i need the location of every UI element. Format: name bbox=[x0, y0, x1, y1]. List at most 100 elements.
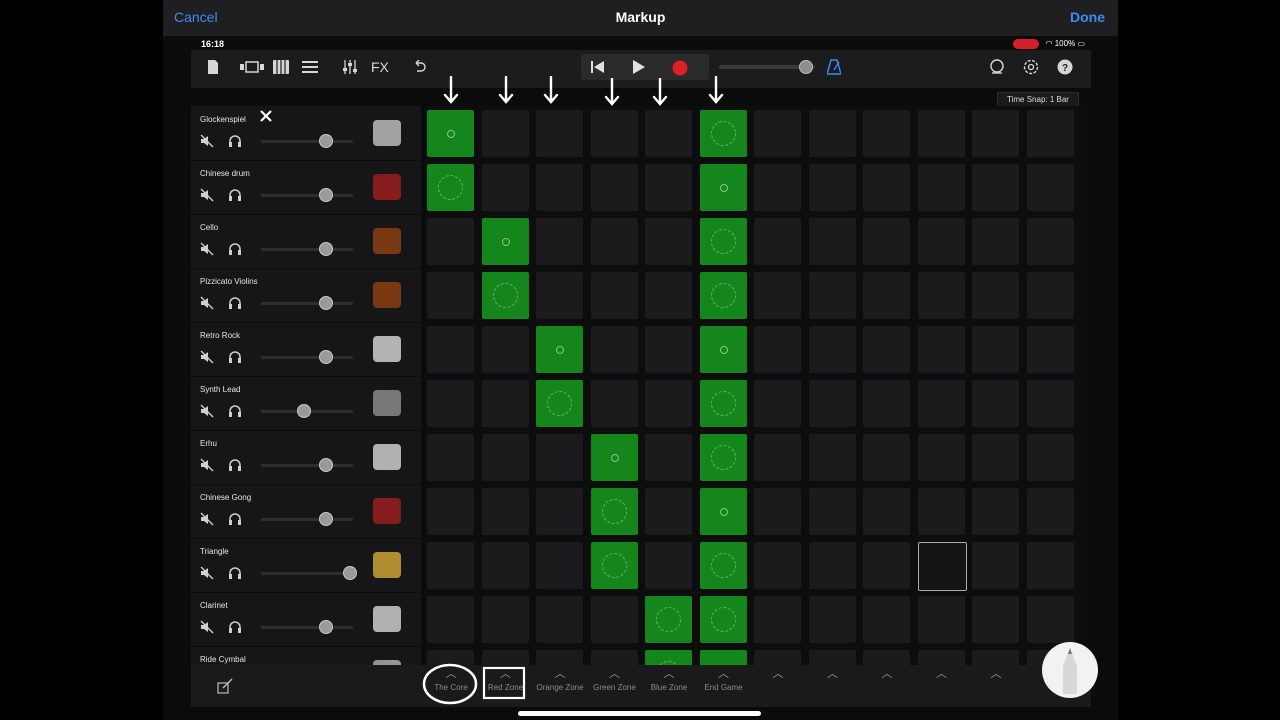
loop-cell-active[interactable] bbox=[590, 542, 638, 589]
track-row[interactable]: Triangle bbox=[191, 538, 421, 593]
headphones-icon[interactable] bbox=[228, 188, 242, 202]
headphones-icon[interactable] bbox=[228, 620, 242, 634]
loop-cell-empty[interactable] bbox=[427, 434, 474, 481]
keyboard-icon[interactable] bbox=[273, 60, 289, 74]
loop-cell-empty[interactable] bbox=[754, 542, 801, 589]
loop-cell-empty[interactable] bbox=[808, 218, 856, 265]
loop-cell-empty[interactable] bbox=[645, 380, 692, 427]
loop-cell-empty[interactable] bbox=[972, 596, 1019, 643]
mute-icon[interactable] bbox=[200, 188, 214, 202]
loop-cell-empty[interactable] bbox=[481, 488, 529, 535]
loop-cell-empty[interactable] bbox=[917, 596, 965, 643]
loop-cell-empty[interactable] bbox=[536, 542, 583, 589]
loop-cell-empty[interactable] bbox=[863, 434, 910, 481]
loop-browser-icon[interactable] bbox=[989, 59, 1005, 75]
loop-cell-empty[interactable] bbox=[972, 542, 1019, 589]
loop-cell-empty[interactable] bbox=[863, 542, 910, 589]
loop-cell-empty[interactable] bbox=[808, 110, 856, 157]
rewind-icon[interactable] bbox=[591, 60, 605, 74]
track-row[interactable]: Synth Lead bbox=[191, 376, 421, 431]
loop-cell-empty[interactable] bbox=[972, 272, 1019, 319]
headphones-icon[interactable] bbox=[228, 134, 242, 148]
mute-icon[interactable] bbox=[200, 296, 214, 310]
master-volume-knob[interactable] bbox=[799, 60, 813, 74]
track-volume-knob[interactable] bbox=[319, 188, 334, 202]
loop-cell-active[interactable] bbox=[699, 488, 747, 535]
loop-cell-empty[interactable] bbox=[536, 434, 583, 481]
loop-cell-empty[interactable] bbox=[536, 272, 583, 319]
loop-cell-empty[interactable] bbox=[863, 272, 910, 319]
loop-cell-empty[interactable] bbox=[1026, 164, 1074, 211]
zone-trigger-button[interactable]: ︿ bbox=[752, 665, 804, 707]
loop-cell-empty[interactable] bbox=[1026, 110, 1074, 157]
track-row[interactable]: Pizzicato Violins bbox=[191, 268, 421, 323]
zone-trigger-button[interactable]: ︿ Green Zone bbox=[589, 665, 641, 707]
loop-cell-empty[interactable] bbox=[808, 164, 856, 211]
loop-cell-empty[interactable] bbox=[863, 218, 910, 265]
track-volume-knob[interactable] bbox=[319, 620, 334, 634]
loop-cell-empty[interactable] bbox=[536, 110, 583, 157]
undo-icon[interactable] bbox=[412, 60, 426, 74]
loop-cell-empty[interactable] bbox=[536, 218, 583, 265]
loop-cell-empty[interactable] bbox=[863, 650, 910, 665]
loop-cell-active[interactable] bbox=[645, 650, 692, 665]
mute-icon[interactable] bbox=[200, 512, 214, 526]
track-volume-slider[interactable] bbox=[261, 464, 353, 467]
loop-cell-empty[interactable] bbox=[427, 218, 474, 265]
track-volume-knob[interactable] bbox=[319, 512, 334, 526]
track-volume-slider[interactable] bbox=[261, 248, 353, 251]
loop-cell-empty[interactable] bbox=[917, 542, 967, 591]
mute-icon[interactable] bbox=[200, 404, 214, 418]
loop-cell-active[interactable] bbox=[699, 110, 747, 157]
loop-cell-empty[interactable] bbox=[754, 164, 801, 211]
loop-cell-empty[interactable] bbox=[1026, 488, 1074, 535]
track-volume-slider[interactable] bbox=[261, 518, 353, 521]
help-icon[interactable]: ? bbox=[1057, 59, 1073, 75]
tracks-view-icon[interactable] bbox=[240, 61, 264, 73]
loop-cell-active[interactable] bbox=[699, 272, 747, 319]
loop-cell-empty[interactable] bbox=[427, 488, 474, 535]
track-volume-slider[interactable] bbox=[261, 194, 353, 197]
fx-button[interactable]: FX bbox=[371, 59, 389, 75]
loop-cell-active[interactable] bbox=[699, 596, 747, 643]
loop-cell-empty[interactable] bbox=[863, 380, 910, 427]
loop-cell-empty[interactable] bbox=[754, 488, 801, 535]
loop-cell-empty[interactable] bbox=[1026, 380, 1074, 427]
loop-cell-active[interactable] bbox=[427, 110, 474, 157]
loop-cell-empty[interactable] bbox=[481, 326, 529, 373]
loop-cell-empty[interactable] bbox=[863, 326, 910, 373]
loop-cell-empty[interactable] bbox=[645, 218, 692, 265]
loop-cell-empty[interactable] bbox=[972, 110, 1019, 157]
loop-cell-empty[interactable] bbox=[972, 218, 1019, 265]
loop-cell-empty[interactable] bbox=[481, 164, 529, 211]
zone-trigger-button[interactable]: ︿ bbox=[970, 665, 1022, 707]
loop-cell-empty[interactable] bbox=[917, 434, 965, 481]
loop-cell-empty[interactable] bbox=[863, 164, 910, 211]
track-row[interactable]: Erhu bbox=[191, 430, 421, 485]
loop-cell-empty[interactable] bbox=[808, 542, 856, 589]
loop-cell-active[interactable] bbox=[699, 650, 747, 665]
zone-trigger-button[interactable]: ︿ bbox=[807, 665, 859, 707]
track-volume-knob[interactable] bbox=[319, 458, 334, 472]
loop-cell-empty[interactable] bbox=[917, 488, 965, 535]
loop-cell-empty[interactable] bbox=[808, 488, 856, 535]
loop-cell-active[interactable] bbox=[699, 542, 747, 589]
loop-cell-active[interactable] bbox=[590, 488, 638, 535]
loop-cell-empty[interactable] bbox=[754, 110, 801, 157]
loop-cell-empty[interactable] bbox=[427, 542, 474, 589]
track-volume-knob[interactable] bbox=[319, 296, 334, 310]
headphones-icon[interactable] bbox=[228, 242, 242, 256]
track-volume-knob[interactable] bbox=[319, 134, 334, 148]
track-row[interactable]: Chinese drum bbox=[191, 160, 421, 215]
loop-cell-empty[interactable] bbox=[481, 596, 529, 643]
metronome-icon[interactable] bbox=[827, 59, 841, 75]
loop-cell-empty[interactable] bbox=[808, 596, 856, 643]
track-row[interactable]: Chinese Gong bbox=[191, 484, 421, 539]
record-icon[interactable] bbox=[672, 60, 688, 76]
loop-cell-active[interactable] bbox=[481, 272, 529, 319]
track-volume-knob[interactable] bbox=[343, 566, 358, 580]
done-button[interactable]: Done bbox=[1070, 9, 1105, 25]
loop-cell-empty[interactable] bbox=[590, 110, 638, 157]
loop-cell-empty[interactable] bbox=[590, 380, 638, 427]
mute-icon[interactable] bbox=[200, 458, 214, 472]
